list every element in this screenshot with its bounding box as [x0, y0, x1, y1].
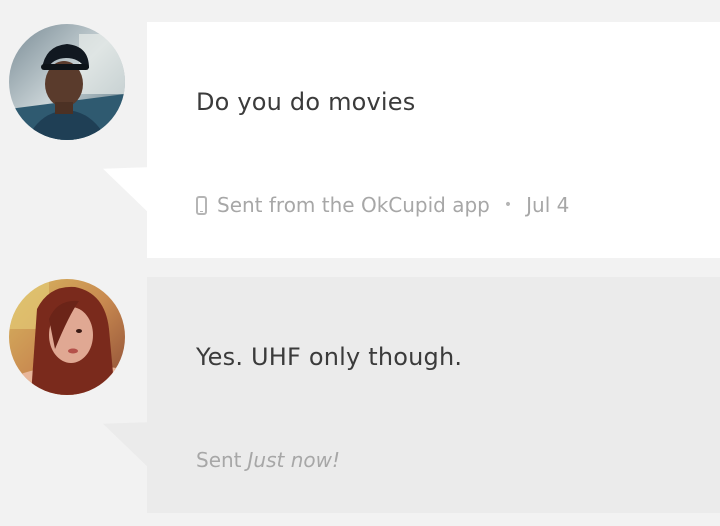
message-meta: Sent from the OkCupid app • Jul 4: [196, 193, 569, 217]
phone-icon: [196, 195, 207, 215]
avatar-photo: [9, 279, 125, 395]
message-bubble: Do you do movies Sent from the OkCupid a…: [147, 22, 720, 258]
bubble-tail: [103, 401, 147, 467]
message-text: Do you do movies: [196, 88, 416, 116]
message-item: Yes. UHF only though. Sent Just now!: [0, 277, 720, 515]
message-bubble: Yes. UHF only though. Sent Just now!: [147, 277, 720, 513]
message-item: Do you do movies Sent from the OkCupid a…: [0, 22, 720, 260]
message-thread: Do you do movies Sent from the OkCupid a…: [0, 0, 720, 526]
message-meta: Sent Just now!: [196, 448, 340, 472]
avatar-photo: [9, 24, 125, 140]
message-text: Yes. UHF only though.: [196, 343, 463, 371]
avatar[interactable]: [9, 279, 125, 395]
sent-date: Jul 4: [526, 193, 570, 217]
avatar[interactable]: [9, 24, 125, 140]
sent-label: Sent: [196, 448, 242, 472]
sent-source: Sent from the OkCupid app: [217, 193, 490, 217]
bubble-tail: [103, 146, 147, 212]
sent-time: Just now!: [247, 448, 341, 472]
separator-dot: •: [503, 197, 513, 213]
